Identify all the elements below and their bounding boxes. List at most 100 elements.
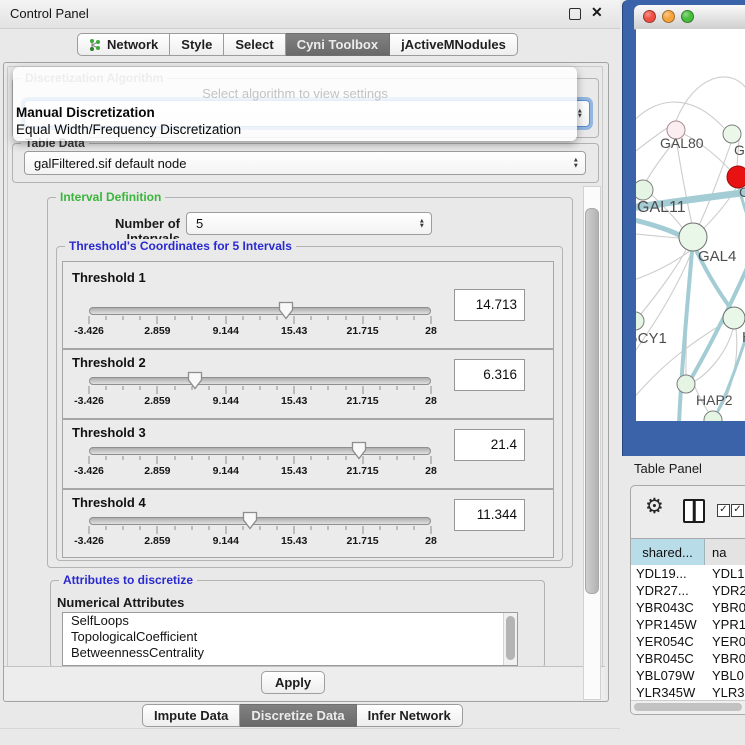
tick-label: 9.144 <box>194 395 258 407</box>
bottom-tab-impute-data[interactable]: Impute Data <box>142 704 240 727</box>
table-hscrollbar[interactable] <box>631 700 745 714</box>
zoom-traffic-light[interactable] <box>681 10 694 23</box>
threshold-panel-3: Threshold 3-3.4262.8599.14415.4321.71528… <box>62 419 554 489</box>
threshold-label: Threshold 2 <box>72 355 146 370</box>
tick-label: -3.426 <box>57 465 121 477</box>
table-data-combobox[interactable]: galFiltered.sif default node ▲▼ <box>24 151 586 175</box>
number-of-intervals-value: 5 <box>196 216 203 231</box>
algorithm-option-equal-width-frequency-discretization[interactable]: Equal Width/Frequency Discretization <box>13 121 577 138</box>
tick-label: -3.426 <box>57 395 121 407</box>
tick-mark <box>362 386 363 394</box>
threshold-panel-2: Threshold 2-3.4262.8599.14415.4321.71528… <box>62 349 554 419</box>
algorithm-option-manual-discretization[interactable]: Manual Discretization <box>13 104 577 121</box>
tick-mark <box>174 456 175 460</box>
tick-mark <box>431 386 432 394</box>
list-item-topologicalcoefficient[interactable]: TopologicalCoefficient <box>63 629 517 645</box>
tick-mark <box>345 316 346 320</box>
tick-label: -3.426 <box>57 325 121 337</box>
numerical-attributes-list[interactable]: SelfLoopsTopologicalCoefficientBetweenne… <box>62 612 518 666</box>
network-node[interactable] <box>704 411 722 421</box>
cell-shared-name: YPR145W <box>631 616 705 633</box>
float-window-icon[interactable] <box>569 8 581 20</box>
slider-track[interactable] <box>89 447 431 455</box>
table-row[interactable]: YBR045CYBR0 <box>631 650 745 667</box>
tab-cyni-toolbox-label: Cyni Toolbox <box>297 37 378 52</box>
minimize-traffic-light[interactable] <box>662 10 675 23</box>
tab-select[interactable]: Select <box>224 33 285 56</box>
list-item-betweennesscentrality[interactable]: BetweennessCentrality <box>63 645 517 661</box>
apply-button[interactable]: Apply <box>261 671 325 694</box>
network-node[interactable] <box>636 312 644 330</box>
tick-mark <box>123 386 124 390</box>
tick-mark <box>396 316 397 320</box>
tab-style[interactable]: Style <box>170 33 224 56</box>
list-scrollbar[interactable] <box>503 613 517 665</box>
table-hscrollbar-thumb[interactable] <box>634 703 742 711</box>
tick-mark <box>362 526 363 534</box>
tab-style-label: Style <box>181 37 212 52</box>
tab-network[interactable]: Network <box>77 33 170 56</box>
tick-mark <box>89 316 90 324</box>
tick-mark <box>140 456 141 460</box>
cell-shared-name: YBR045C <box>631 650 705 667</box>
column-header-na[interactable]: na <box>705 539 745 565</box>
table-row[interactable]: YLR345WYLR3 <box>631 684 745 701</box>
tick-mark <box>242 386 243 390</box>
tick-mark <box>174 316 175 320</box>
tick-mark <box>174 386 175 390</box>
table-row[interactable]: YPR145WYPR1 <box>631 616 745 633</box>
list-item-selfloops[interactable]: SelfLoops <box>63 613 517 629</box>
tab-cyni-toolbox[interactable]: Cyni Toolbox <box>286 33 390 56</box>
network-node[interactable] <box>636 180 653 200</box>
split-columns-icon[interactable] <box>683 499 705 523</box>
slider-track[interactable] <box>89 517 431 525</box>
combo-stepper-icon[interactable]: ▲▼ <box>577 108 583 119</box>
combo-stepper-icon[interactable]: ▲▼ <box>419 218 425 229</box>
tick-mark <box>260 316 261 320</box>
panel-scrollbar-thumb[interactable] <box>585 208 599 594</box>
column-header-shared[interactable]: shared... <box>631 539 705 565</box>
tick-mark <box>225 456 226 464</box>
network-graph: GAL80GACGAL11GAL4GCY1HHAP2 <box>636 29 745 421</box>
threshold-value-field[interactable]: 14.713 <box>454 289 525 321</box>
network-node[interactable] <box>723 307 745 329</box>
tick-label: 2.859 <box>125 325 189 337</box>
slider-track[interactable] <box>89 377 431 385</box>
table-row[interactable]: YBR043CYBR0 <box>631 599 745 616</box>
network-node[interactable] <box>723 125 741 143</box>
tick-label: 21.715 <box>331 465 395 477</box>
list-scrollbar-thumb[interactable] <box>506 616 515 660</box>
gear-icon[interactable]: ⚙ <box>645 494 664 519</box>
threshold-value-field[interactable]: 21.4 <box>454 429 525 461</box>
number-of-intervals-combobox[interactable]: 5 ▲▼ <box>186 212 432 235</box>
bottom-tab-discretize-data[interactable]: Discretize Data <box>240 704 356 727</box>
tick-mark <box>157 526 158 534</box>
checkbox-icon[interactable]: ✓ <box>717 504 730 517</box>
slider-tick-labels: -3.4262.8599.14415.4321.71528 <box>89 465 431 477</box>
network-node[interactable] <box>679 223 707 251</box>
network-node[interactable] <box>677 375 695 393</box>
threshold-value-field[interactable]: 6.316 <box>454 359 525 391</box>
close-icon[interactable]: ✕ <box>591 4 603 21</box>
checkbox-icon[interactable]: ✓ <box>731 504 744 517</box>
slider-track[interactable] <box>89 307 431 315</box>
tab-jactivemnodules[interactable]: jActiveMNodules <box>390 33 518 56</box>
combo-stepper-icon[interactable]: ▲▼ <box>573 158 579 169</box>
network-window-titlebar[interactable] <box>634 5 745 30</box>
tick-mark <box>277 316 278 320</box>
tick-label: 15.43 <box>262 535 326 547</box>
close-traffic-light[interactable] <box>643 10 656 23</box>
network-canvas[interactable]: GAL80GACGAL11GAL4GCY1HHAP2 <box>636 29 745 421</box>
table-row[interactable]: YDL19...YDL1 <box>631 565 745 582</box>
tick-label: 28 <box>399 395 463 407</box>
cell-shared-name: YDR27... <box>631 582 705 599</box>
tick-mark <box>225 526 226 534</box>
table-row[interactable]: YBL079WYBL0 <box>631 667 745 684</box>
table-row[interactable]: YDR27...YDR2 <box>631 582 745 599</box>
table-row[interactable]: YER054CYER0 <box>631 633 745 650</box>
threshold-value-field[interactable]: 11.344 <box>454 499 525 531</box>
bottom-tab-infer-network[interactable]: Infer Network <box>357 704 463 727</box>
tick-mark <box>345 456 346 460</box>
tick-mark <box>191 386 192 390</box>
tab-network-label: Network <box>107 37 158 52</box>
